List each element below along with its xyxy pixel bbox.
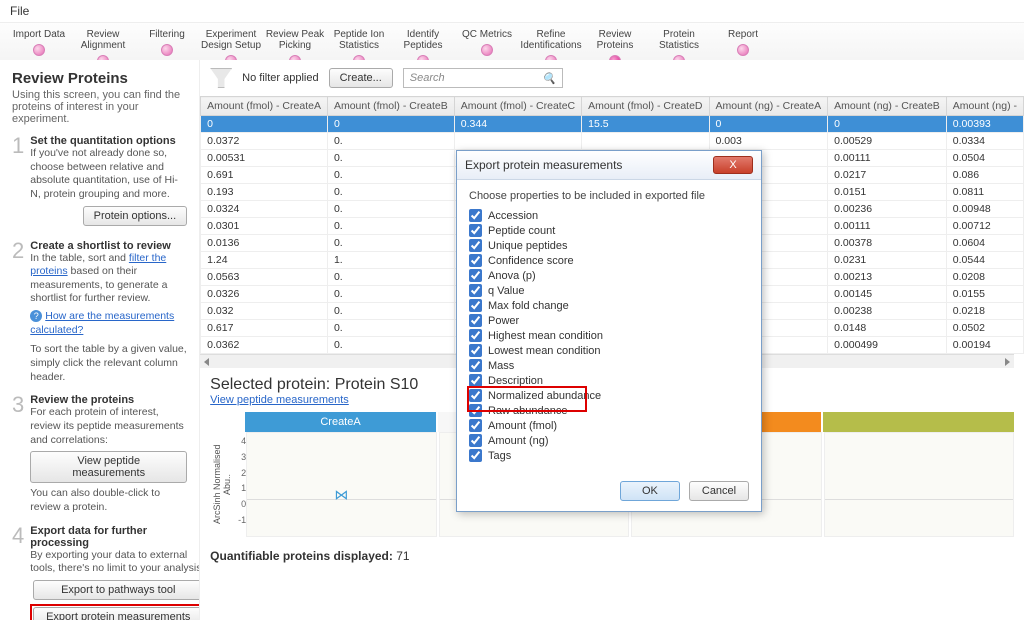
guidance-sidebar: Review Proteins Using this screen, you c… [0,60,200,620]
export-option-checkbox[interactable] [469,329,482,342]
export-option[interactable]: q Value [469,283,749,298]
column-header[interactable]: Amount (fmol) - CreateB [327,97,454,116]
export-option[interactable]: Amount (fmol) [469,418,749,433]
step1-title: Set the quantitation options [30,135,187,147]
export-option[interactable]: Max fold change [469,298,749,313]
export-option-checkbox[interactable] [469,374,482,387]
step3-title: Review the proteins [30,394,187,406]
no-filter-label: No filter applied [242,72,318,84]
export-option[interactable]: Confidence score [469,253,749,268]
export-option-checkbox[interactable] [469,419,482,432]
export-option-checkbox[interactable] [469,359,482,372]
export-pathways-button[interactable]: Export to pathways tool [33,580,200,600]
column-header[interactable]: Amount (fmol) - CreateD [582,97,709,116]
table-row[interactable]: 000.34415.5000.00393 [201,116,1024,133]
ok-button[interactable]: OK [620,481,680,501]
export-option[interactable]: Normalized abundance [469,388,749,403]
dialog-caption: Choose properties to be included in expo… [469,190,749,202]
table-row[interactable]: 0.03720.0.0030.005290.0334 [201,133,1024,150]
search-icon: 🔍 [542,72,556,85]
page-subtitle: Using this screen, you can find the prot… [12,89,187,125]
protein-options-button[interactable]: Protein options... [83,206,188,226]
export-dialog: Export protein measurements X Choose pro… [456,150,762,512]
step4-title: Export data for further processing [30,525,200,549]
export-option[interactable]: Accession [469,208,749,223]
view-peptide-measurements-button[interactable]: View peptide measurements [30,451,187,483]
column-header[interactable]: Amount (ng) - CreateA [709,97,828,116]
export-protein-measurements-button[interactable]: Export protein measurements [33,607,200,620]
column-header[interactable]: Amount (ng) - [946,97,1023,116]
export-option-checkbox[interactable] [469,284,482,297]
export-option-checkbox[interactable] [469,239,482,252]
export-option[interactable]: Lowest mean condition [469,343,749,358]
step2-title: Create a shortlist to review [30,240,187,252]
chart-y-axis-label: ArcSinh Normalised Abu.. [210,432,234,537]
export-option[interactable]: Power [469,313,749,328]
menu-bar: File [0,0,1024,23]
info-icon: ? [30,310,42,322]
export-option[interactable]: Highest mean condition [469,328,749,343]
menu-file[interactable]: File [10,4,29,18]
page-title: Review Proteins [12,70,187,87]
condition-header [823,412,1014,432]
close-icon[interactable]: X [713,156,753,174]
column-header[interactable]: Amount (ng) - CreateB [828,97,947,116]
column-header[interactable]: Amount (fmol) - CreateC [454,97,581,116]
export-option[interactable]: Anova (p) [469,268,749,283]
export-option[interactable]: Mass [469,358,749,373]
cancel-button[interactable]: Cancel [689,481,749,501]
export-option[interactable]: Description [469,373,749,388]
export-option-checkbox[interactable] [469,449,482,462]
help-measurements-link[interactable]: How are the measurements calculated? [30,310,174,336]
column-header[interactable]: Amount (fmol) - CreateA [201,97,328,116]
export-option[interactable]: Raw abundance [469,403,749,418]
export-option[interactable]: Tags [469,448,749,463]
export-option[interactable]: Unique peptides [469,238,749,253]
export-option-checkbox[interactable] [469,299,482,312]
export-option-checkbox[interactable] [469,344,482,357]
status-footer: Quantifiable proteins displayed: 71 [200,537,1024,575]
export-option[interactable]: Peptide count [469,223,749,238]
dialog-title: Export protein measurements [465,158,622,172]
export-option-checkbox[interactable] [469,269,482,282]
export-option-checkbox[interactable] [469,224,482,237]
export-option-checkbox[interactable] [469,254,482,267]
export-option-checkbox[interactable] [469,434,482,447]
chart-y-ticks: 43210-1 [234,432,246,537]
step1-desc: If you've not already done so, choose be… [30,147,187,202]
view-peptide-measurements-link[interactable]: View peptide measurements [210,394,349,406]
export-option-checkbox[interactable] [469,209,482,222]
filter-funnel-icon [210,68,232,88]
export-option-checkbox[interactable] [469,404,482,417]
condition-header: CreateA [245,412,436,432]
export-option-checkbox[interactable] [469,389,482,402]
create-filter-button[interactable]: Create... [329,68,393,88]
export-option-checkbox[interactable] [469,314,482,327]
search-input[interactable]: Search🔍 [403,68,563,88]
export-option[interactable]: Amount (ng) [469,433,749,448]
